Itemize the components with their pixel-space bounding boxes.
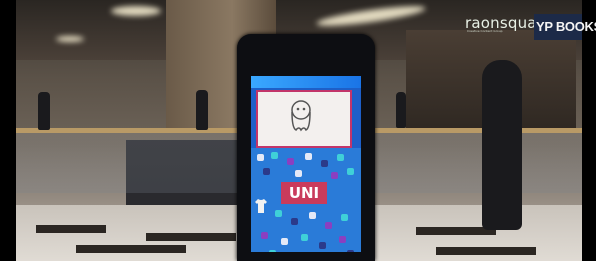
game-block xyxy=(263,168,270,175)
game-block xyxy=(305,153,312,160)
game-block xyxy=(331,172,338,179)
game-block xyxy=(321,160,328,167)
game-block xyxy=(257,154,264,161)
game-block xyxy=(287,158,294,165)
game-block xyxy=(261,232,268,239)
game-block xyxy=(271,152,278,159)
game-block xyxy=(281,238,288,245)
ghost-doodle-icon xyxy=(291,100,311,132)
ceiling-light xyxy=(111,6,161,16)
game-block xyxy=(291,218,298,225)
walking-person xyxy=(482,60,522,230)
video-frame: UNI raonsquare Creative Content Group YP… xyxy=(0,0,596,261)
game-block xyxy=(339,236,346,243)
game-block xyxy=(275,210,282,217)
game-block xyxy=(301,234,308,241)
floor-tile xyxy=(436,247,536,255)
uni-banner: UNI xyxy=(281,182,327,204)
shopper xyxy=(38,92,50,130)
shopper xyxy=(196,90,208,130)
game-block xyxy=(341,214,348,221)
ceiling-light xyxy=(56,36,84,42)
ypbooks-sign: YP BOOKS 영 xyxy=(536,19,596,34)
drawing-panel xyxy=(256,90,352,148)
game-block xyxy=(325,222,332,229)
block-game-area: UNI xyxy=(251,148,361,261)
game-block xyxy=(295,170,302,177)
floor-tile xyxy=(146,233,236,241)
kiosk-screen: UNI xyxy=(251,76,361,261)
tshirt-icon xyxy=(255,199,267,213)
game-block xyxy=(337,154,344,161)
shopper xyxy=(396,92,406,128)
screen-top-bar xyxy=(251,76,361,88)
interactive-kiosk: UNI xyxy=(237,34,375,261)
kiosk-base xyxy=(237,252,375,261)
floor-tile xyxy=(36,225,106,233)
floor-tile xyxy=(76,245,186,253)
game-block xyxy=(319,242,326,249)
game-block xyxy=(309,212,316,219)
game-block xyxy=(347,168,354,175)
